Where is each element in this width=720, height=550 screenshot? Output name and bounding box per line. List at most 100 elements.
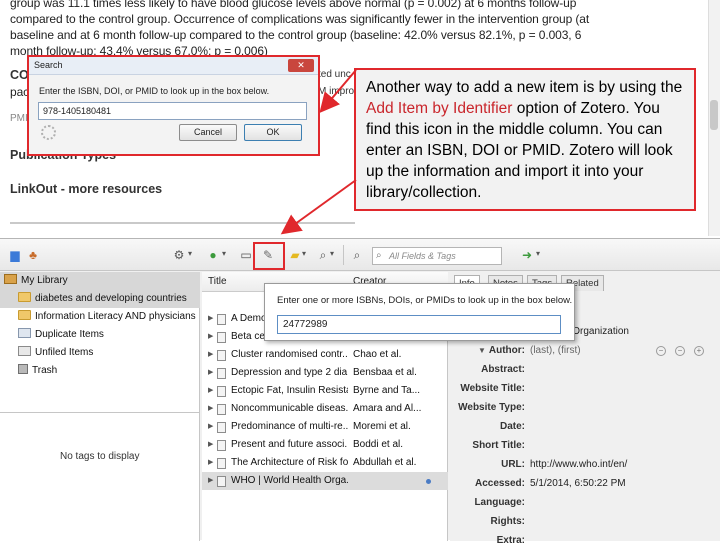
table-row[interactable]: ▶ The Architecture of Risk fo... Abdullah … — [202, 454, 448, 472]
loading-spinner-icon — [41, 125, 56, 140]
field-row: Accessed: 5/1/2014, 6:50:22 PM — [450, 474, 720, 493]
linkout-link[interactable]: LinkOut - more resources — [10, 182, 162, 196]
chevron-down-icon[interactable]: ▾ — [222, 249, 226, 258]
item-title: WHO | World Health Orga... — [231, 475, 348, 486]
collection-label: Duplicate Items — [35, 329, 104, 340]
article-fragment: PMI — [10, 113, 28, 124]
item-type-icon — [217, 386, 226, 397]
field-label: Abstract: — [481, 364, 525, 375]
table-row[interactable]: ▶ WHO | World Health Orga... — [202, 472, 448, 490]
popup-prompt: Enter one or more ISBNs, DOIs, or PMIDs … — [277, 295, 573, 306]
article-line: compared to the control group. Occurrenc… — [10, 12, 590, 26]
new-item-icon[interactable]: ● — [206, 248, 220, 262]
expand-icon[interactable]: ▶ — [208, 436, 213, 454]
table-row[interactable]: ▶ Depression and type 2 dia... Bensbaa et … — [202, 364, 448, 382]
divider — [10, 222, 355, 224]
toolbar-separator — [343, 245, 344, 265]
table-row[interactable]: ▶ Noncommunicable diseas... Amara and Al..… — [202, 400, 448, 418]
remove-icon[interactable]: − — [656, 346, 666, 356]
cancel-button[interactable]: Cancel — [179, 124, 237, 141]
field-label: URL: — [501, 459, 525, 470]
zotero-toolbar: ▆ ♣ ⚙ ▾ ● ▾ ▭ ✎ ▰ ▾ ⌕ ▾ ⌕ ⌕ All Fields &… — [0, 239, 720, 271]
item-type-icon — [217, 404, 226, 415]
collections-pane: My Library diabetes and developing count… — [0, 272, 200, 412]
table-row[interactable]: ▶ Present and future associ... Boddi et al… — [202, 436, 448, 454]
column-title[interactable]: Title — [208, 276, 227, 287]
callout-highlight: Add Item by Identifier — [366, 100, 513, 117]
item-type-icon — [217, 458, 226, 469]
expand-icon[interactable]: ▶ — [208, 310, 213, 328]
add-author-icon[interactable]: + — [694, 346, 704, 356]
item-title: Cluster randomised contr... — [231, 349, 348, 360]
item-type-icon — [217, 314, 226, 325]
identifier-highlight-box — [253, 242, 285, 270]
item-creator: Amara and Al... — [353, 403, 422, 414]
dialog-title: Search — [34, 60, 63, 70]
expand-icon[interactable]: ▶ — [208, 328, 213, 346]
add-attachment-icon[interactable]: ▭ — [239, 248, 253, 262]
new-collection-icon[interactable]: ▆ — [8, 248, 22, 262]
collection-item[interactable]: Trash — [0, 362, 200, 380]
field-row: Date: — [450, 417, 720, 436]
expand-icon[interactable]: ▶ — [208, 400, 213, 418]
collection-item[interactable]: diabetes and developing countries — [0, 290, 200, 308]
field-row: Short Title: — [450, 436, 720, 455]
identifier-input[interactable]: 978-1405180481 — [38, 102, 307, 120]
advanced-search-icon[interactable]: ⌕ — [350, 248, 364, 262]
table-row[interactable]: ▶ Predominance of multi-re... Moremi et al… — [202, 418, 448, 436]
search-input[interactable]: ⌕ All Fields & Tags — [372, 247, 502, 265]
chevron-down-icon[interactable]: ▾ — [188, 249, 192, 258]
expand-icon[interactable]: ▶ — [208, 472, 213, 490]
expand-icon[interactable]: ▶ — [208, 418, 213, 436]
scrollbar-thumb[interactable] — [710, 100, 718, 130]
field-label: Author: — [488, 345, 525, 356]
collection-my-library[interactable]: My Library — [0, 272, 200, 290]
field-row: URL: http://www.who.int/en/ — [450, 455, 720, 474]
field-row: Language: — [450, 493, 720, 512]
article-fragment: M improv — [318, 86, 360, 97]
item-creator: Bensbaa et al. — [353, 367, 417, 378]
chevron-down-icon[interactable]: ▾ — [302, 249, 306, 258]
ok-button[interactable]: OK — [244, 124, 302, 141]
instruction-callout: Another way to add a new item is by usin… — [354, 68, 696, 211]
expand-icon[interactable]: ▶ — [208, 364, 213, 382]
field-row: Extra: — [450, 531, 720, 550]
close-icon[interactable]: ✕ — [288, 59, 314, 72]
expand-icon[interactable]: ▶ — [208, 382, 213, 400]
expand-icon[interactable]: ▶ — [208, 454, 213, 472]
new-group-icon[interactable]: ♣ — [26, 248, 40, 262]
field-value[interactable]: 5/1/2014, 6:50:22 PM — [530, 474, 626, 493]
chevron-down-icon[interactable]: ▾ — [536, 249, 540, 258]
item-type-icon — [217, 422, 226, 433]
identifier-input[interactable]: 24772989 — [277, 315, 561, 334]
field-label: Short Title: — [472, 440, 525, 451]
locate-icon[interactable]: ➜ — [520, 248, 534, 262]
attach-icon[interactable]: ⌕ — [316, 248, 330, 262]
trash-icon — [18, 364, 28, 374]
collection-item[interactable]: Unfiled Items — [0, 344, 200, 362]
collection-item[interactable]: Duplicate Items — [0, 326, 200, 344]
chevron-down-icon[interactable]: ▾ — [330, 249, 334, 258]
field-value[interactable]: http://www.who.int/en/ — [530, 455, 627, 474]
collection-label: Unfiled Items — [35, 347, 94, 358]
item-creator: Abdullah et al. — [353, 457, 417, 468]
collection-item[interactable]: Information Literacy AND physicians — [0, 308, 200, 326]
field-row: Author: (last), (first) ▼ − − + — [450, 341, 720, 360]
folder-icon — [18, 292, 31, 302]
table-row[interactable]: ▶ Cluster randomised contr... Chao et al. — [202, 346, 448, 364]
new-note-icon[interactable]: ▰ — [288, 248, 302, 262]
article-line: group was 11.1 times less likely to have… — [10, 0, 577, 10]
library-icon — [4, 274, 17, 284]
gear-icon[interactable]: ⚙ — [172, 248, 186, 262]
item-title: Present and future associ... — [231, 439, 348, 450]
table-row[interactable]: ▶ Ectopic Fat, Insulin Resista... Byrne an… — [202, 382, 448, 400]
field-label: Rights: — [490, 516, 525, 527]
expand-icon[interactable]: ▶ — [208, 346, 213, 364]
chevron-down-icon[interactable]: ▼ — [478, 341, 486, 360]
remove-author-icon[interactable]: − — [675, 346, 685, 356]
search-dialog: Search ✕ Enter the ISBN, DOI, or PMID to… — [27, 55, 320, 156]
field-value[interactable]: (last), (first) — [530, 341, 581, 360]
article-fragment: ted unc — [318, 69, 351, 80]
tag-selector: No tags to display — [0, 412, 200, 541]
collection-label: diabetes and developing countries — [35, 293, 187, 304]
